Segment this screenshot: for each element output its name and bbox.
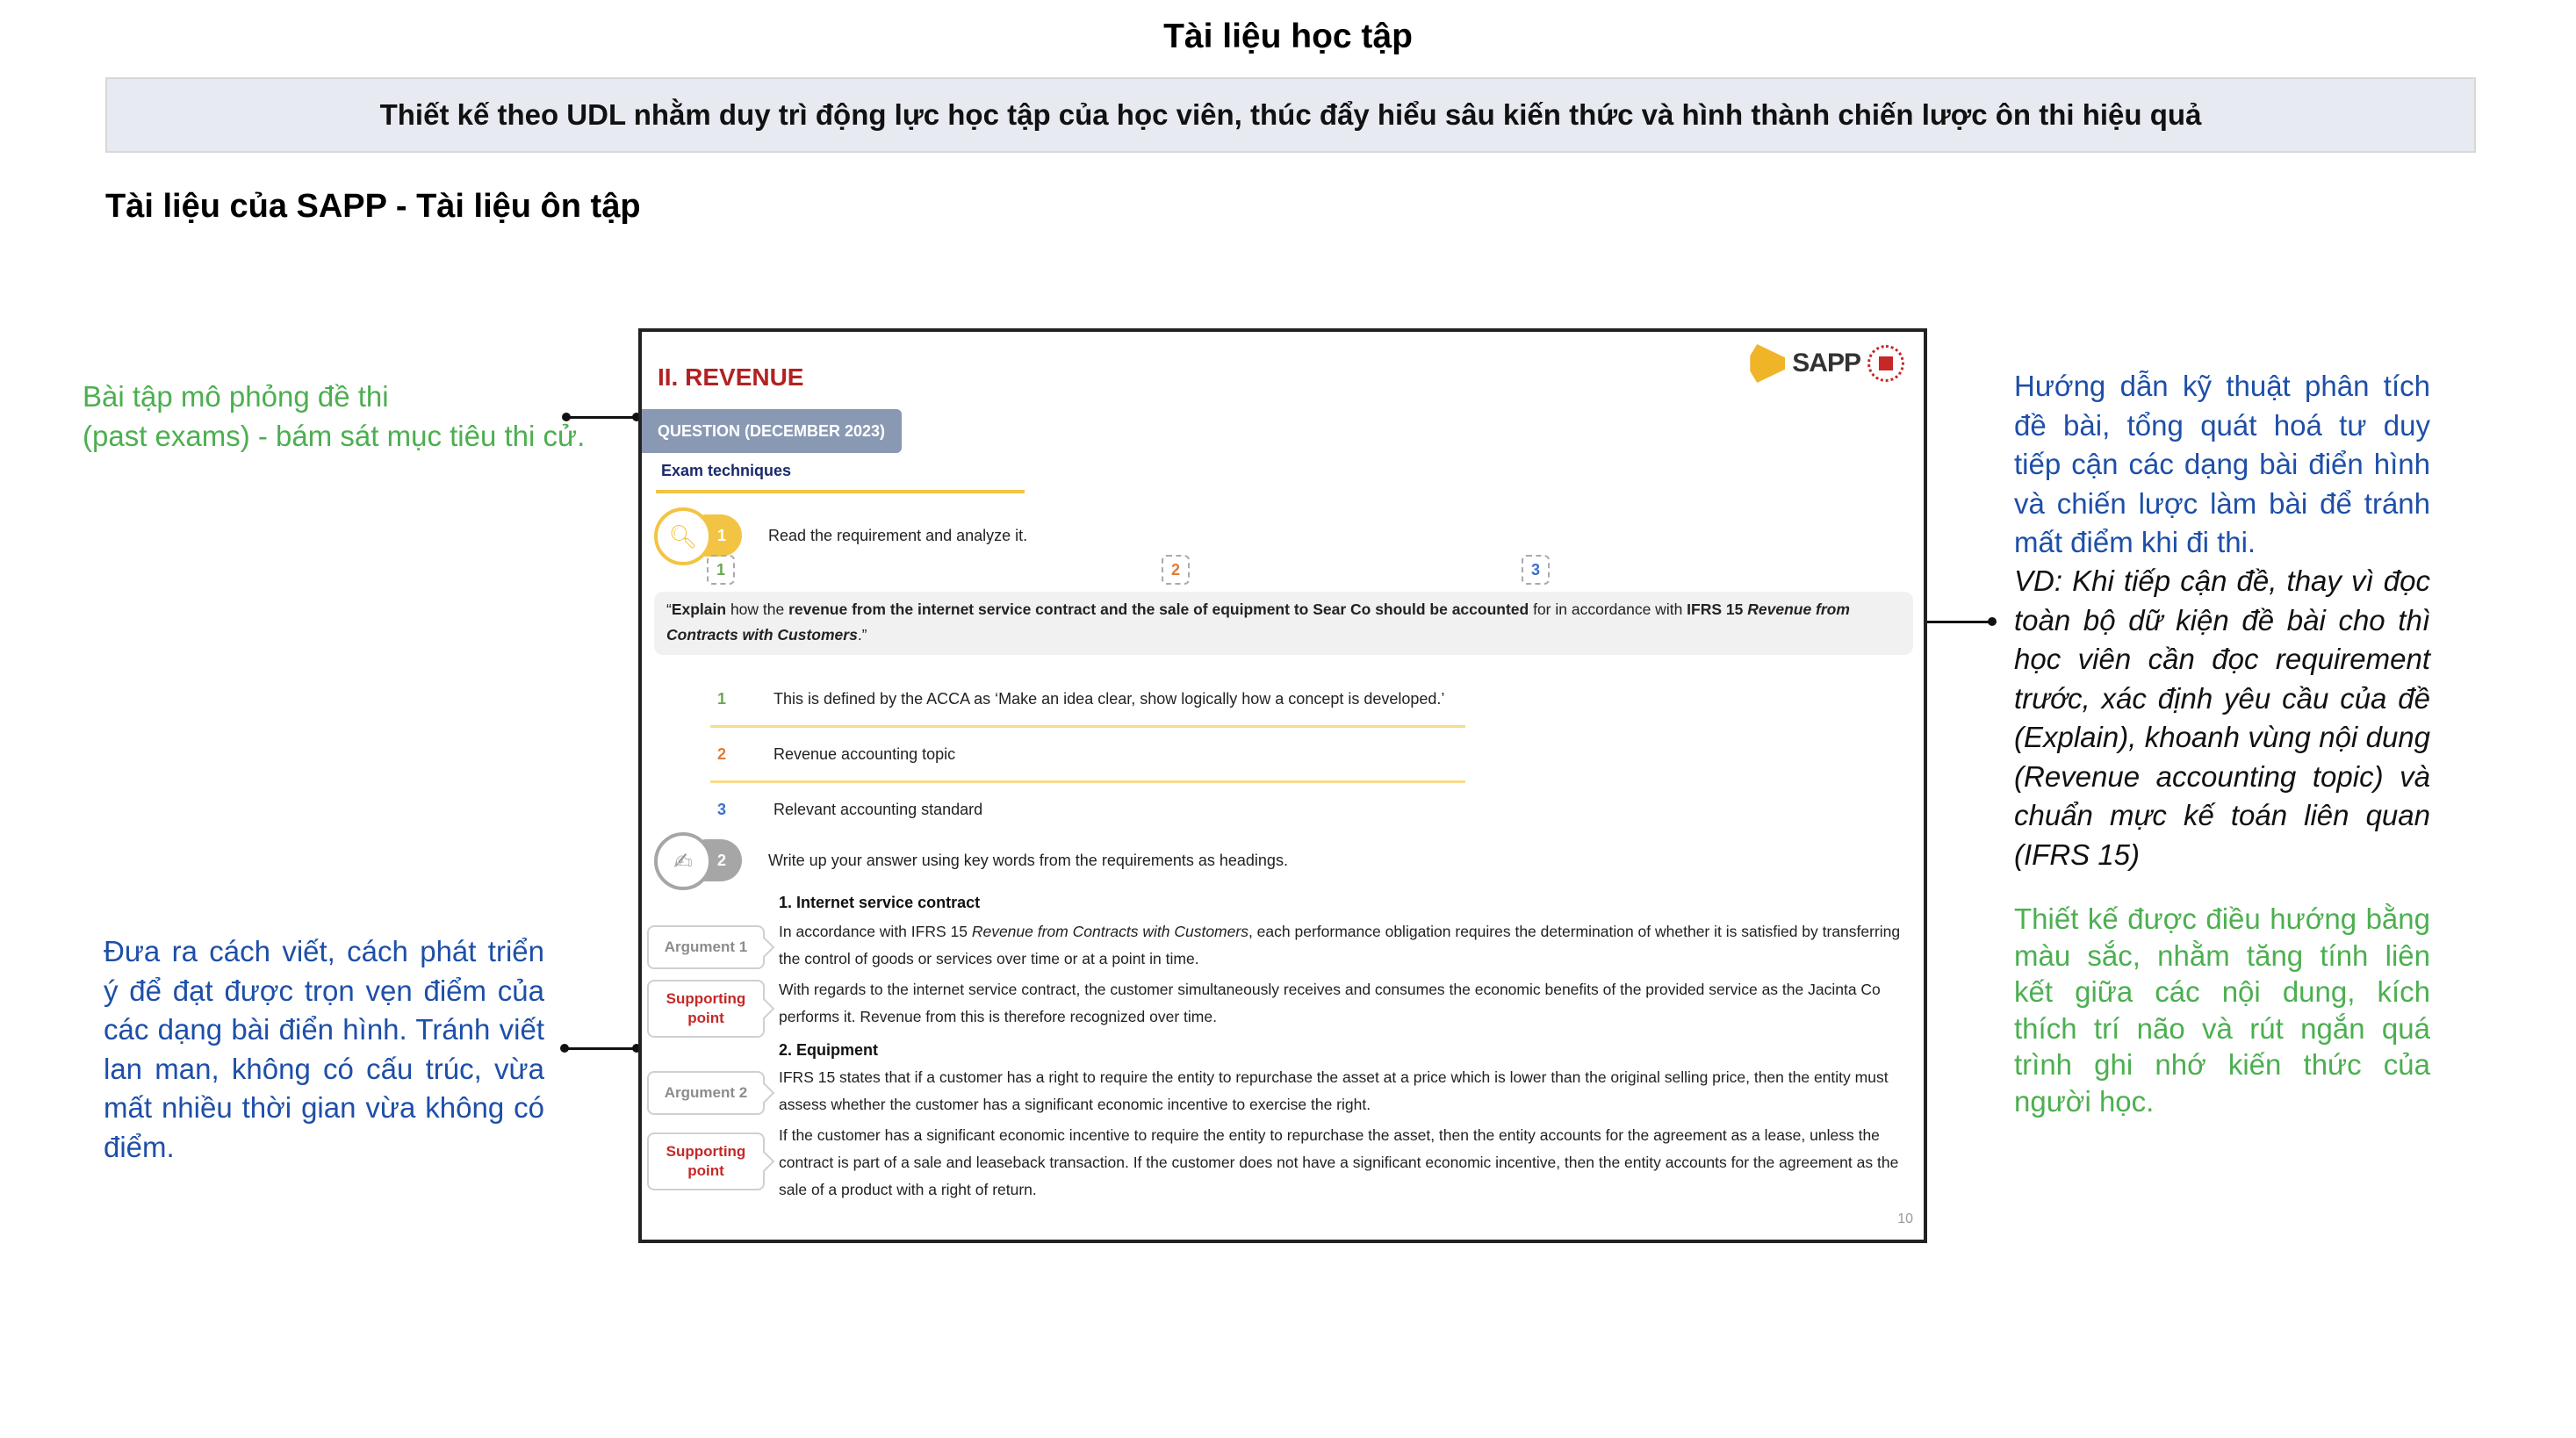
definition-row: 1 This is defined by the ACCA as ‘Make a… — [710, 672, 1465, 728]
step-1-text: Read the requirement and analyze it. — [768, 526, 1028, 544]
annotation-past-exams-line1: Bài tập mô phỏng đề thi — [83, 380, 389, 413]
annotation-color-design: Thiết kế được điều hướng bằng màu sắc, n… — [2014, 902, 2430, 1118]
magnifier-question-icon: 🔍︎ — [654, 507, 712, 565]
annotation-past-exams-line2: (past exams) - bám sát mục tiêu thi cử. — [83, 419, 586, 452]
sapp-logo-icon — [1750, 344, 1786, 383]
argument-2-text: IFRS 15 states that if a customer has a … — [779, 1068, 1889, 1113]
label-line: point — [687, 1010, 724, 1026]
quote-close: .” — [857, 626, 867, 644]
argument-2-label: Argument 2 — [647, 1071, 765, 1115]
req-keyword-explain: Explain — [671, 600, 727, 618]
answer-heading-2: 2. Equipment — [779, 1041, 879, 1059]
supporting-point-1-label: Supporting point — [647, 980, 765, 1038]
slide-page-number: 10 — [1897, 1212, 1913, 1226]
udl-banner: Thiết kế theo UDL nhằm duy trì động lực … — [105, 77, 2476, 153]
acca-badge-icon — [1867, 345, 1904, 382]
definition-number: 2 — [717, 744, 727, 763]
argument-1-label: Argument 1 — [647, 925, 765, 969]
argument-1-text: In accordance with IFRS 15 Revenue from … — [779, 918, 1903, 973]
req-keyword-standard: IFRS 15 — [1687, 600, 1748, 618]
slide-heading: II. REVENUE — [658, 363, 804, 391]
label-line: Supporting — [666, 1143, 746, 1160]
supporting-point-2-label: Supporting point — [647, 1132, 765, 1190]
definition-list: 1 This is defined by the ACCA as ‘Make a… — [710, 672, 1465, 836]
supporting-point-1-text: With regards to the internet service con… — [779, 981, 1881, 1025]
definition-row: 2 Revenue accounting topic — [710, 728, 1465, 783]
banner-text: Thiết kế theo UDL nhằm duy trì động lực … — [379, 98, 2202, 131]
annotation-exam-technique: Hướng dẫn kỹ thuật phân tích đề bài, tổn… — [2014, 370, 2430, 558]
tag-3: 3 — [1522, 555, 1550, 585]
tag-2: 2 — [1162, 555, 1190, 585]
definition-number: 1 — [717, 689, 727, 708]
definition-text: This is defined by the ACCA as ‘Make an … — [774, 689, 1445, 708]
annotation-example: VD: Khi tiếp cận đề, thay vì đọc toàn bộ… — [2014, 564, 2430, 871]
supporting-point-2-text: If the customer has a significant econom… — [779, 1126, 1899, 1198]
label-line: Supporting — [666, 990, 746, 1007]
annotation-writing-guide: Đưa ra cách viết, cách phát triển ý để đ… — [104, 935, 544, 1163]
definition-number: 3 — [717, 800, 727, 818]
question-tab: QUESTION (DECEMBER 2023) — [642, 409, 902, 453]
annotation-past-exams: Bài tập mô phỏng đề thi (past exams) - b… — [83, 377, 627, 456]
req-keyword-topic: revenue from the internet service contra… — [788, 600, 1529, 618]
text: In accordance with IFRS 15 — [779, 923, 972, 940]
req-text: how the — [726, 600, 789, 618]
requirement-quote: “Explain how the revenue from the intern… — [654, 592, 1913, 655]
standard-title: Revenue from Contracts with Customers — [971, 923, 1248, 940]
definition-text: Relevant accounting standard — [774, 800, 983, 818]
step-2-text: Write up your answer using key words fro… — [768, 851, 1288, 869]
tag-1: 1 — [707, 555, 735, 585]
definition-text: Revenue accounting topic — [774, 744, 956, 763]
question-tab-label: QUESTION (DECEMBER 2023) — [658, 421, 886, 440]
revenue-slide: II. REVENUE SAPP QUESTION (DECEMBER 2023… — [638, 328, 1927, 1243]
step-2: ✍︎ 2 Write up your answer using key word… — [654, 832, 1288, 890]
connector-writing-guide — [560, 1044, 641, 1053]
hand-writing-icon: ✍︎ — [654, 832, 712, 890]
page-title: Tài liệu học tập — [1163, 18, 1413, 55]
exam-techniques-underline — [656, 490, 1025, 493]
sapp-logo: SAPP — [1750, 344, 1904, 383]
req-text: for in accordance with — [1529, 600, 1687, 618]
section-title: Tài liệu của SAPP - Tài liệu ôn tập — [105, 188, 641, 225]
definition-row: 3 Relevant accounting standard — [710, 783, 1465, 836]
sapp-logo-text: SAPP — [1792, 349, 1861, 377]
connector-past-exams — [562, 413, 641, 421]
exam-techniques-label: Exam techniques — [661, 462, 792, 479]
step-2-badge: ✍︎ 2 — [654, 832, 759, 890]
label-line: point — [687, 1162, 724, 1179]
step-1-badge: 🔍︎ 1 — [654, 507, 759, 565]
answer-heading-1: 1. Internet service contract — [779, 894, 981, 911]
